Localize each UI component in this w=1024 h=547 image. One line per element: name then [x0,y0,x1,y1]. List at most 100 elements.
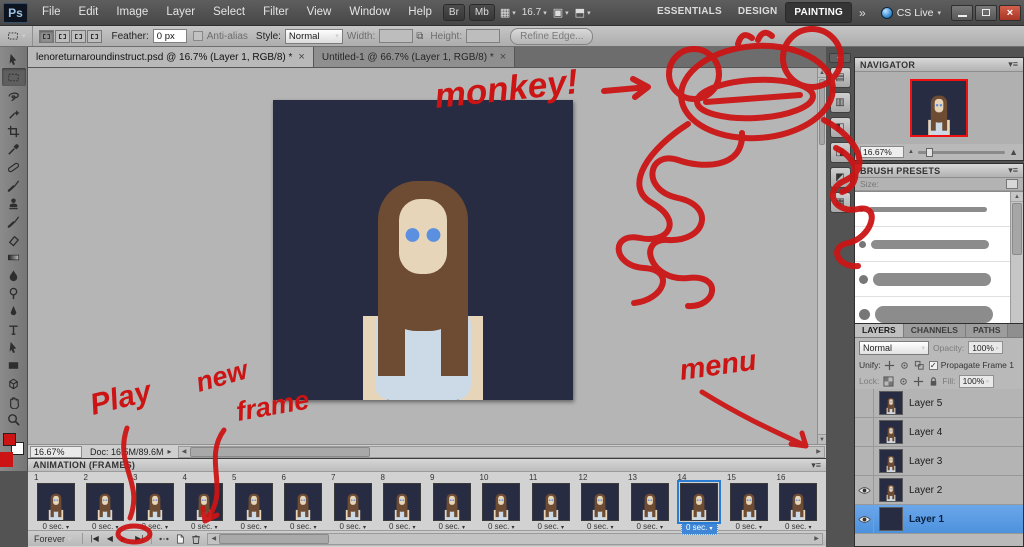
frame-delay-select[interactable]: 0 sec. ▾ [180,522,230,533]
frame-thumbnail[interactable] [729,483,768,521]
animation-frame[interactable]: 13 0 sec. ▾ [625,473,675,531]
horizontal-scrollbar[interactable]: ◀ ▶ [177,445,825,458]
tool-button[interactable] [2,248,26,266]
menu-item[interactable]: Help [399,0,441,25]
new-frame-button[interactable] [172,532,188,545]
zoom-percent-field[interactable]: 16.67% [30,445,82,458]
frame-delay-select[interactable]: 0 sec. ▾ [229,522,279,533]
tool-button[interactable] [2,320,26,338]
subtract-from-selection-button[interactable] [70,29,86,43]
docked-panel-icon-color[interactable]: ▤ [829,67,851,88]
document-tab[interactable]: Untitled-1 @ 66.7% (Layer 1, RGB/8) * × [313,47,516,67]
animation-frame[interactable]: 9 0 sec. ▾ [427,473,477,531]
layer-thumbnail[interactable] [879,420,903,444]
unify-style-button[interactable] [914,359,926,371]
frame-delay-select[interactable]: 0 sec. ▾ [427,522,477,533]
animation-frame[interactable]: 2 0 sec. ▾ [81,473,131,531]
frame-thumbnail[interactable] [185,483,224,521]
animation-frame[interactable]: 16 0 sec. ▾ [774,473,824,531]
brush-preview-toggle[interactable] [1006,179,1018,189]
tool-button[interactable] [2,140,26,158]
layer-visibility-cell[interactable] [855,476,874,504]
scroll-up-icon[interactable]: ▲ [1011,192,1023,202]
style-select[interactable]: Normal ▾ [284,28,343,44]
scroll-left-icon[interactable]: ◀ [179,448,190,455]
animation-frame[interactable]: 15 0 sec. ▾ [724,473,774,531]
animation-panel-menu-button[interactable]: ▾≡ [811,460,821,471]
tool-button[interactable] [2,50,26,68]
docked-panel-icon-adjustments[interactable]: ◨ [829,142,851,163]
animation-frame[interactable]: 12 0 sec. ▾ [576,473,626,531]
navigator-panel-menu-button[interactable]: ▾≡ [1008,59,1018,70]
tool-button[interactable] [1,68,26,86]
layer-row[interactable]: Layer 1 [855,505,1023,534]
frame-delay-select[interactable]: 0 sec. ▾ [576,522,626,533]
first-frame-button[interactable]: |◀ [87,534,103,543]
layer-name[interactable]: Layer 3 [909,456,942,467]
close-tab-icon[interactable]: × [298,51,304,63]
docked-panel-icon-history[interactable]: ▦ [829,192,851,213]
layer-thumbnail[interactable] [879,507,903,531]
expand-panels-button[interactable]: ◂◂ [829,53,851,63]
frame-delay-select[interactable]: 0 sec. ▾ [477,522,527,533]
layer-visibility-cell[interactable] [855,505,874,533]
arrange-documents-dropdown[interactable]: ▣ ▾ [553,6,569,19]
scroll-thumb[interactable] [1012,203,1022,255]
screen-mode-dropdown[interactable]: ⬒ ▾ [575,6,591,19]
animation-frame[interactable]: 3 0 sec. ▾ [130,473,180,531]
workspace-button[interactable]: ESSENTIALS [649,2,730,23]
foreground-color-swatch[interactable] [2,433,16,446]
frame-thumbnail[interactable] [482,483,521,521]
zoom-slider[interactable] [917,147,1006,157]
docked-panel-icon-masks[interactable]: ◩ [829,167,851,188]
scroll-right-icon[interactable]: ▶ [811,535,822,542]
menu-item[interactable]: Layer [157,0,204,25]
navigator-proxy-view[interactable] [910,79,968,137]
frame-thumbnail[interactable] [333,483,372,521]
tool-button[interactable] [2,104,26,122]
animation-frame[interactable]: 7 0 sec. ▾ [328,473,378,531]
next-frame-button[interactable]: ▶| [131,534,147,543]
zoom-in-icon[interactable]: ▲ [1009,147,1018,157]
add-to-selection-button[interactable] [54,29,70,43]
document-tab[interactable]: lenoreturnaroundinstruct.psd @ 16.7% (La… [28,47,314,67]
lock-transparency-button[interactable] [882,375,894,387]
frame-thumbnail[interactable] [531,483,570,521]
close-tab-icon[interactable]: × [500,51,506,63]
panel-tab[interactable]: LAYERS [855,324,904,337]
workspace-button[interactable]: DESIGN [730,2,786,23]
unify-visibility-button[interactable] [899,359,911,371]
intersect-selection-button[interactable] [86,29,102,43]
tool-button[interactable] [2,158,26,176]
lock-pixels-button[interactable] [897,375,909,387]
layer-thumbnail[interactable] [879,391,903,415]
frame-thumbnail[interactable] [135,483,174,521]
zoom-level-dropdown[interactable]: 16.7 ▾ [522,7,547,18]
frame-delay-select[interactable]: 0 sec. ▾ [81,522,131,533]
layer-thumbnail[interactable] [879,478,903,502]
layer-row[interactable]: Layer 2 [855,476,1023,505]
frame-delay-select[interactable]: 0 sec. ▾ [31,522,81,533]
zoom-out-icon[interactable]: ▲ [908,149,914,155]
launch-bridge-button[interactable]: Br [442,4,465,21]
frame-delay-select[interactable]: 0 sec. ▾ [130,522,180,533]
tool-button[interactable] [2,410,26,428]
lock-position-button[interactable] [912,375,924,387]
close-button[interactable]: × [999,4,1021,21]
previous-frame-button[interactable]: ◀ [103,534,117,543]
animation-frame[interactable]: 14 0 sec. ▾ [675,473,725,535]
menu-item[interactable]: Image [107,0,157,25]
tool-button[interactable] [2,392,26,410]
layer-row[interactable]: Layer 3 [855,447,1023,476]
brush-preset-row[interactable] [855,262,1023,297]
menu-item[interactable]: Edit [70,0,108,25]
frame-thumbnail[interactable] [86,483,125,521]
animation-frame[interactable]: 5 0 sec. ▾ [229,473,279,531]
tool-button[interactable] [2,356,26,374]
fill-field[interactable]: 100% ▸ [958,374,994,388]
menu-item[interactable]: View [298,0,341,25]
view-extras-dropdown[interactable]: ▦ ▾ [500,6,516,19]
scroll-thumb[interactable] [189,446,370,457]
menu-item[interactable]: Window [340,0,399,25]
scroll-up-icon[interactable]: ▲ [818,68,826,78]
